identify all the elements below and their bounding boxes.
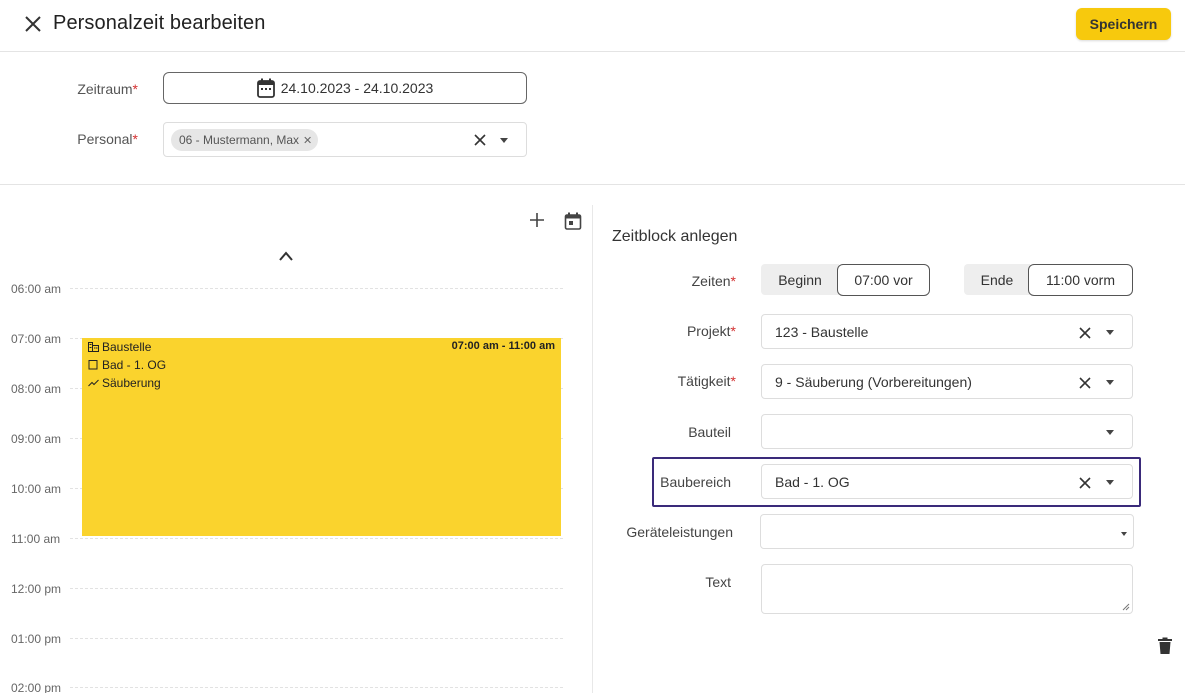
add-icon[interactable] <box>528 211 546 229</box>
hour-label: 09:00 am <box>11 432 62 446</box>
geraete-select[interactable] <box>760 514 1134 549</box>
taetigkeit-label: Tätigkeit* <box>677 373 736 389</box>
ende-time-input[interactable]: 11:00 vorm <box>1028 264 1133 296</box>
projekt-select[interactable]: 123 - Baustelle <box>761 314 1133 349</box>
time-block-event[interactable]: Baustelle Bad - 1. OG Säuberung 07:00 am… <box>82 338 561 536</box>
calendar-today-icon[interactable] <box>564 212 582 230</box>
hour-line <box>70 538 563 539</box>
clear-icon[interactable] <box>1077 325 1093 341</box>
event-area: Bad - 1. OG <box>88 358 166 372</box>
chip-remove-icon[interactable]: ✕ <box>303 134 312 147</box>
event-time: 07:00 am - 11:00 am <box>451 340 555 352</box>
bauteil-select[interactable] <box>761 414 1133 449</box>
taetigkeit-select[interactable]: 9 - Säuberung (Vorbereitungen) <box>761 364 1133 399</box>
baubereich-select[interactable]: Bad - 1. OG <box>761 464 1133 499</box>
save-button[interactable]: Speichern <box>1076 8 1171 40</box>
hour-line <box>70 638 563 639</box>
zeiten-label: Zeiten* <box>691 273 736 289</box>
projekt-label: Projekt* <box>686 323 736 339</box>
zeitblock-title: Zeitblock anlegen <box>612 228 738 245</box>
text-input[interactable] <box>761 564 1133 614</box>
chevron-down-icon[interactable] <box>1106 430 1114 435</box>
chevron-down-icon[interactable] <box>1106 380 1114 385</box>
close-icon[interactable] <box>22 13 44 35</box>
event-activity-label: Säuberung <box>102 376 161 390</box>
ende-label: Ende <box>964 264 1030 295</box>
clear-icon[interactable] <box>472 132 488 148</box>
trend-icon <box>88 379 99 387</box>
zeitraum-value: 24.10.2023 - 24.10.2023 <box>280 80 434 96</box>
square-icon <box>88 360 98 370</box>
hour-label: 10:00 am <box>11 482 62 496</box>
hour-label: 02:00 pm <box>11 681 62 693</box>
hour-label: 11:00 am <box>11 532 61 546</box>
chevron-down-icon[interactable] <box>1121 532 1127 536</box>
calendar-icon <box>256 78 275 98</box>
baubereich-value: Bad - 1. OG <box>775 474 850 490</box>
hour-line <box>70 687 563 688</box>
beginn-label: Beginn <box>761 264 839 295</box>
chevron-up-icon[interactable] <box>278 250 294 262</box>
hour-label: 07:00 am <box>11 332 62 346</box>
header: Personalzeit bearbeiten Speichern <box>0 0 1185 52</box>
clear-icon[interactable] <box>1077 475 1093 491</box>
projekt-value: 123 - Baustelle <box>775 324 869 340</box>
chevron-down-icon[interactable] <box>1106 330 1114 335</box>
bauteil-label: Bauteil <box>688 424 731 440</box>
zeitraum-label: Zeitraum* <box>77 81 138 97</box>
page-title: Personalzeit bearbeiten <box>53 12 266 34</box>
chevron-down-icon[interactable] <box>500 138 508 143</box>
resize-grip-icon[interactable] <box>1122 603 1130 611</box>
hour-label: 12:00 pm <box>11 582 62 596</box>
trash-icon[interactable] <box>1157 637 1173 655</box>
text-label: Text <box>705 574 731 590</box>
hour-line <box>70 288 563 289</box>
event-area-label: Bad - 1. OG <box>102 358 167 372</box>
hour-line <box>70 588 563 589</box>
event-project-label: Baustelle <box>102 340 152 354</box>
geraete-label: Geräteleistungen <box>626 524 733 540</box>
clear-icon[interactable] <box>1077 375 1093 391</box>
building-icon <box>88 342 99 352</box>
baubereich-label: Baubereich <box>660 474 731 490</box>
zeitraum-date-picker[interactable]: 24.10.2023 - 24.10.2023 <box>163 72 527 104</box>
personal-label: Personal* <box>77 131 138 147</box>
event-project: Baustelle <box>88 340 151 354</box>
personal-chip: 06 - Mustermann, Max ✕ <box>171 129 319 151</box>
taetigkeit-value: 9 - Säuberung (Vorbereitungen) <box>775 374 972 390</box>
personal-select[interactable]: 06 - Mustermann, Max ✕ <box>163 122 527 157</box>
panel-divider <box>592 205 593 693</box>
personal-chip-label: 06 - Mustermann, Max <box>179 133 300 147</box>
top-form: Zeitraum* 24.10.2023 - 24.10.2023 Person… <box>0 52 1185 185</box>
event-activity: Säuberung <box>88 376 161 390</box>
beginn-time-input[interactable]: 07:00 vor <box>837 264 930 296</box>
hour-label: 01:00 pm <box>11 632 62 646</box>
chevron-down-icon[interactable] <box>1106 480 1114 485</box>
hour-label: 08:00 am <box>11 382 62 396</box>
hour-label: 06:00 am <box>11 282 62 296</box>
